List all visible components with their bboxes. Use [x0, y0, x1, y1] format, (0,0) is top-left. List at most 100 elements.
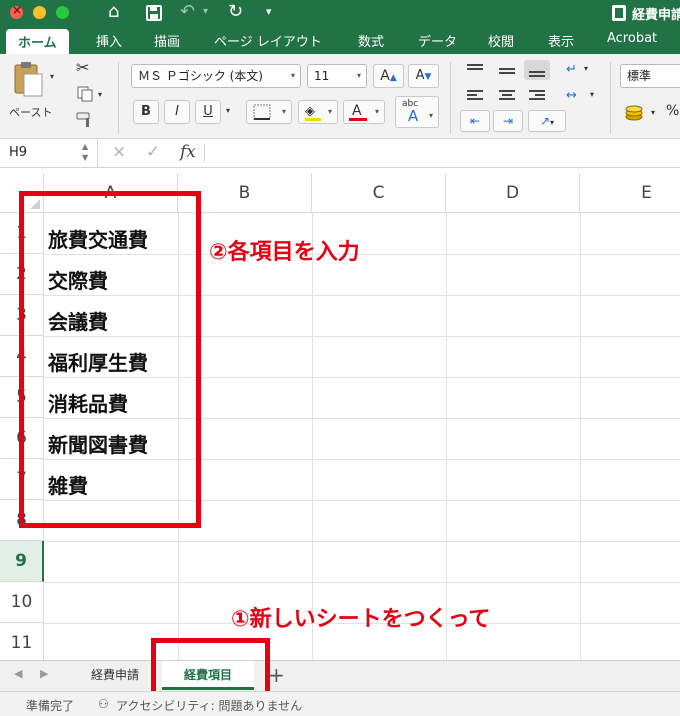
underline-dropdown-icon[interactable]: ▾ — [226, 106, 230, 115]
ribbon-tabs: ホーム 挿入 描画 ページ レイアウト 数式 データ 校閲 表示 Acrobat — [0, 26, 680, 54]
paste-dropdown-icon[interactable]: ▾ — [50, 72, 54, 81]
column-header-c[interactable]: C — [312, 173, 446, 213]
align-right-button[interactable] — [524, 86, 550, 106]
wrap-text-icon[interactable]: ↵ — [566, 62, 577, 77]
align-middle-button[interactable] — [494, 60, 520, 80]
save-icon[interactable] — [146, 5, 162, 21]
home-icon[interactable]: ⌂ — [108, 1, 119, 23]
annotation-step1: ①新しいシートをつくって — [231, 607, 491, 632]
customize-toolbar-icon[interactable]: ▾ — [266, 1, 272, 23]
sheet-tab-keihi-shinsei[interactable]: 経費申請 — [74, 661, 156, 690]
status-bar: 準備完了 ⚇ アクセシビリティ: 問題ありません — [0, 691, 680, 716]
percent-style-button[interactable]: % — [666, 103, 679, 119]
tab-acrobat[interactable]: Acrobat — [607, 31, 657, 46]
name-box[interactable]: H9 ▲ ▼ — [0, 139, 98, 167]
fill-color-button[interactable]: ◈ ▾ — [298, 100, 338, 124]
font-name-value: ＭＳ Ｐゴシック (本文) — [138, 69, 263, 83]
name-box-value: H9 — [9, 145, 28, 160]
number-format-select[interactable]: 標準 — [620, 64, 680, 88]
row-header-11[interactable]: 11 — [0, 623, 44, 660]
align-left-button[interactable] — [462, 86, 488, 106]
borders-icon — [253, 104, 271, 120]
ribbon: ▾ ペースト ✂ ▾ ＭＳ Ｐゴシック (本文) ▾ 11 ▾ A▲ A▼ B … — [0, 54, 680, 139]
italic-button[interactable]: I — [164, 100, 190, 124]
up-arrow-icon: ▲ — [389, 73, 397, 83]
next-sheet-icon[interactable]: ▶ — [40, 667, 48, 680]
copy-dropdown-icon[interactable]: ▾ — [98, 90, 102, 99]
merge-dropdown-icon[interactable]: ▾ — [590, 90, 594, 99]
tab-data[interactable]: データ — [418, 31, 457, 50]
decrease-indent-button[interactable]: ⇤ — [460, 110, 490, 132]
tab-insert[interactable]: 挿入 — [96, 31, 122, 50]
accounting-format-icon[interactable] — [624, 104, 648, 122]
font-color-button[interactable]: A ▾ — [343, 100, 385, 124]
status-accessibility[interactable]: アクセシビリティ: 問題ありません — [116, 697, 302, 714]
paste-icon[interactable] — [12, 60, 46, 98]
copy-icon[interactable] — [77, 86, 93, 102]
align-bottom-button[interactable] — [524, 60, 550, 80]
minimize-window-button[interactable] — [33, 6, 46, 19]
previous-sheet-icon[interactable]: ◀ — [14, 667, 22, 680]
tab-view[interactable]: 表示 — [548, 31, 574, 50]
align-center-button[interactable] — [494, 86, 520, 106]
shrink-font-button[interactable]: A▼ — [408, 64, 439, 88]
merge-center-icon[interactable]: ↔ — [566, 88, 577, 103]
chevron-down-icon: ▾ — [374, 107, 379, 116]
row-header-10[interactable]: 10 — [0, 582, 44, 623]
redo-icon[interactable]: ↻ — [228, 1, 243, 23]
zoom-window-button[interactable] — [56, 6, 69, 19]
tab-draw[interactable]: 描画 — [154, 31, 180, 50]
name-box-stepper-down-icon[interactable]: ▼ — [82, 144, 88, 172]
grow-font-button[interactable]: A▲ — [373, 64, 404, 88]
format-painter-icon[interactable] — [76, 112, 94, 128]
annotation-step2: ②各項目を入力 — [209, 240, 360, 265]
add-sheet-button[interactable]: + — [268, 663, 285, 687]
cancel-entry-icon[interactable]: × — [112, 142, 126, 162]
sheet-tab-bar: ◀ ▶ 経費申請 経費項目 + — [0, 660, 680, 691]
column-header-e[interactable]: E — [580, 173, 680, 213]
tab-review[interactable]: 校閲 — [488, 31, 514, 50]
text-orientation-icon: ↗ — [539, 114, 551, 128]
font-color-swatch — [349, 118, 367, 121]
tab-home[interactable]: ホーム — [6, 29, 69, 54]
align-top-button[interactable] — [462, 60, 488, 80]
cut-icon[interactable]: ✂ — [76, 58, 89, 77]
window-title: 経費申請 — [632, 8, 680, 23]
insert-function-button[interactable]: fx — [180, 142, 196, 162]
font-size-select[interactable]: 11 ▾ — [307, 64, 367, 88]
chevron-down-icon: ▾ — [550, 118, 555, 127]
font-size-value: 11 — [314, 69, 330, 83]
excel-document-icon — [612, 5, 626, 21]
wrap-text-dropdown-icon[interactable]: ▾ — [584, 64, 588, 73]
undo-dropdown-icon[interactable]: ▾ — [203, 1, 208, 23]
close-window-button[interactable] — [10, 3, 23, 19]
undo-icon[interactable]: ↶ — [180, 1, 195, 23]
row-header-9[interactable]: 9 — [0, 541, 44, 582]
phonetic-guide-button[interactable]: abc A ▾ — [395, 96, 439, 128]
increase-indent-button[interactable]: ⇥ — [493, 110, 523, 132]
font-name-select[interactable]: ＭＳ Ｐゴシック (本文) ▾ — [131, 64, 301, 88]
accessibility-icon[interactable]: ⚇ — [98, 697, 109, 711]
borders-button[interactable]: ▾ — [246, 100, 292, 124]
chevron-down-icon: ▾ — [281, 107, 286, 116]
paste-label[interactable]: ペースト — [9, 104, 52, 120]
fill-color-swatch — [305, 118, 321, 121]
decrease-indent-icon: ⇤ — [469, 114, 481, 128]
chevron-down-icon: ▾ — [428, 111, 433, 120]
bold-button[interactable]: B — [133, 100, 159, 124]
confirm-entry-icon[interactable]: ✓ — [146, 142, 160, 162]
chevron-down-icon: ▾ — [290, 71, 295, 80]
spreadsheet-grid[interactable]: A B C D E 1 2 3 4 5 6 7 8 9 10 11 旅費交通費 … — [0, 173, 680, 660]
accounting-dropdown-icon[interactable]: ▾ — [651, 108, 655, 117]
chevron-down-icon: ▾ — [327, 107, 332, 116]
tab-page-layout[interactable]: ページ レイアウト — [214, 31, 322, 50]
grow-font-label: A — [380, 68, 390, 84]
phonetic-big-label: A — [408, 107, 419, 125]
underline-button[interactable]: U — [195, 100, 221, 124]
title-bar: ⌂ ↶ ▾ ↻ ▾ 経費申請 — [0, 0, 680, 26]
increase-indent-icon: ⇥ — [502, 114, 514, 128]
tab-formulas[interactable]: 数式 — [358, 31, 384, 50]
orientation-button[interactable]: ↗▾ — [528, 110, 566, 132]
column-header-d[interactable]: D — [446, 173, 580, 213]
status-ready: 準備完了 — [26, 699, 75, 713]
